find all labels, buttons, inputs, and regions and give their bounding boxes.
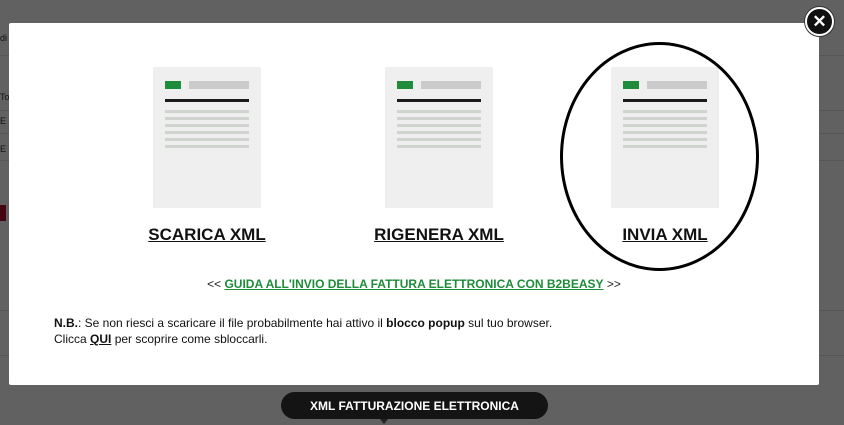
xml-document-icon[interactable] xyxy=(611,67,719,208)
note-text: sul tuo browser. xyxy=(464,316,553,330)
note-text: Clicca xyxy=(54,332,91,346)
note-line-2: Clicca QUI per scoprire come sbloccarli. xyxy=(54,331,552,347)
note-text: per scoprire come sbloccarli. xyxy=(111,332,268,346)
note-text: : Se non riesci a scaricare il file prob… xyxy=(78,316,387,330)
guide-suffix: >> xyxy=(606,277,621,291)
option-invia-xml[interactable]: INVIA XML xyxy=(555,67,775,245)
close-button[interactable]: ✕ xyxy=(805,7,834,36)
close-icon[interactable]: ✕ xyxy=(812,12,826,32)
xml-fatturazione-button[interactable]: XML FATTURAZIONE ELETTRONICA xyxy=(281,392,548,419)
guide-row: << GUIDA ALL'INVIO DELLA FATTURA ELETTRO… xyxy=(9,277,819,291)
caret-down-icon xyxy=(380,419,388,424)
rigenera-xml-link[interactable]: RIGENERA XML xyxy=(374,225,504,245)
guide-link[interactable]: GUIDA ALL'INVIO DELLA FATTURA ELETTRONIC… xyxy=(224,277,603,291)
xml-document-icon[interactable] xyxy=(385,67,493,208)
note-line-1: N.B.: Se non riesci a scaricare il file … xyxy=(54,315,552,331)
scarica-xml-link[interactable]: SCARICA XML xyxy=(148,225,265,245)
popup-note: N.B.: Se non riesci a scaricare il file … xyxy=(54,315,552,347)
guide-prefix: << xyxy=(207,277,222,291)
option-scarica-xml[interactable]: SCARICA XML xyxy=(97,67,317,245)
note-bold: blocco popup xyxy=(386,316,465,330)
qui-link[interactable]: QUI xyxy=(90,332,111,346)
option-rigenera-xml[interactable]: RIGENERA XML xyxy=(329,67,549,245)
xml-modal: SCARICA XML RIGENERA XML INVIA XML << GU… xyxy=(9,23,819,385)
xml-fatturazione-label: XML FATTURAZIONE ELETTRONICA xyxy=(310,398,519,413)
invia-xml-link[interactable]: INVIA XML xyxy=(622,225,707,245)
nb-label: N.B. xyxy=(54,316,78,330)
xml-document-icon[interactable] xyxy=(153,67,261,208)
